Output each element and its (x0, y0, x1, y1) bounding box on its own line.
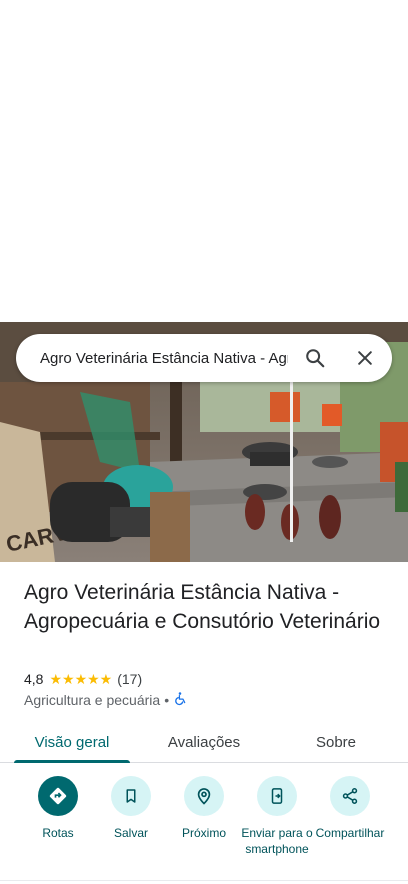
directions-button[interactable]: Rotas (19, 776, 97, 841)
send-to-phone-icon (257, 776, 297, 816)
action-label: Próximo (181, 826, 226, 840)
share-icon (330, 776, 370, 816)
action-label: Compartilhar (315, 826, 385, 840)
share-button[interactable]: Compartilhar (311, 776, 389, 841)
place-tabs: Visão geral Avaliações Sobre (0, 722, 408, 763)
tab-reviews[interactable]: Avaliações (144, 722, 264, 762)
send-to-phone-button[interactable]: Enviar para o smartphone (238, 776, 316, 857)
tab-label: Visão geral (34, 733, 110, 751)
review-count[interactable]: (17) (117, 671, 142, 687)
close-icon[interactable] (350, 343, 380, 373)
action-label: Rotas (42, 826, 74, 840)
action-label: Enviar para o smartphone (241, 826, 313, 856)
separator-dot: • (164, 692, 170, 708)
place-category: Agricultura e pecuária (24, 692, 161, 708)
nearby-icon (184, 776, 224, 816)
search-bar[interactable] (16, 334, 392, 382)
map-area[interactable] (0, 0, 408, 322)
wheelchair-icon (173, 691, 187, 709)
action-label: Salvar (113, 826, 148, 840)
save-button[interactable]: Salvar (92, 776, 170, 841)
tab-about[interactable]: Sobre (264, 722, 408, 762)
category-row: Agricultura e pecuária • (24, 691, 187, 709)
search-icon[interactable] (300, 343, 330, 373)
nearby-button[interactable]: Próximo (165, 776, 243, 841)
rating-row[interactable]: 4,8 ★★★★★ (17) (24, 670, 142, 688)
bookmark-icon (111, 776, 151, 816)
action-bar: Rotas Salvar Próximo Enviar para o smart… (0, 776, 408, 876)
search-input[interactable] (40, 349, 288, 367)
directions-icon (38, 776, 78, 816)
rating-stars: ★★★★★ (49, 670, 113, 687)
rating-value: 4,8 (24, 671, 44, 687)
place-title: Agro Veterinária Estância Nativa - Agrop… (24, 581, 381, 633)
tab-overview[interactable]: Visão geral (0, 722, 144, 763)
tab-label: Sobre (315, 733, 357, 751)
divider (0, 880, 408, 881)
tab-label: Avaliações (167, 733, 241, 751)
